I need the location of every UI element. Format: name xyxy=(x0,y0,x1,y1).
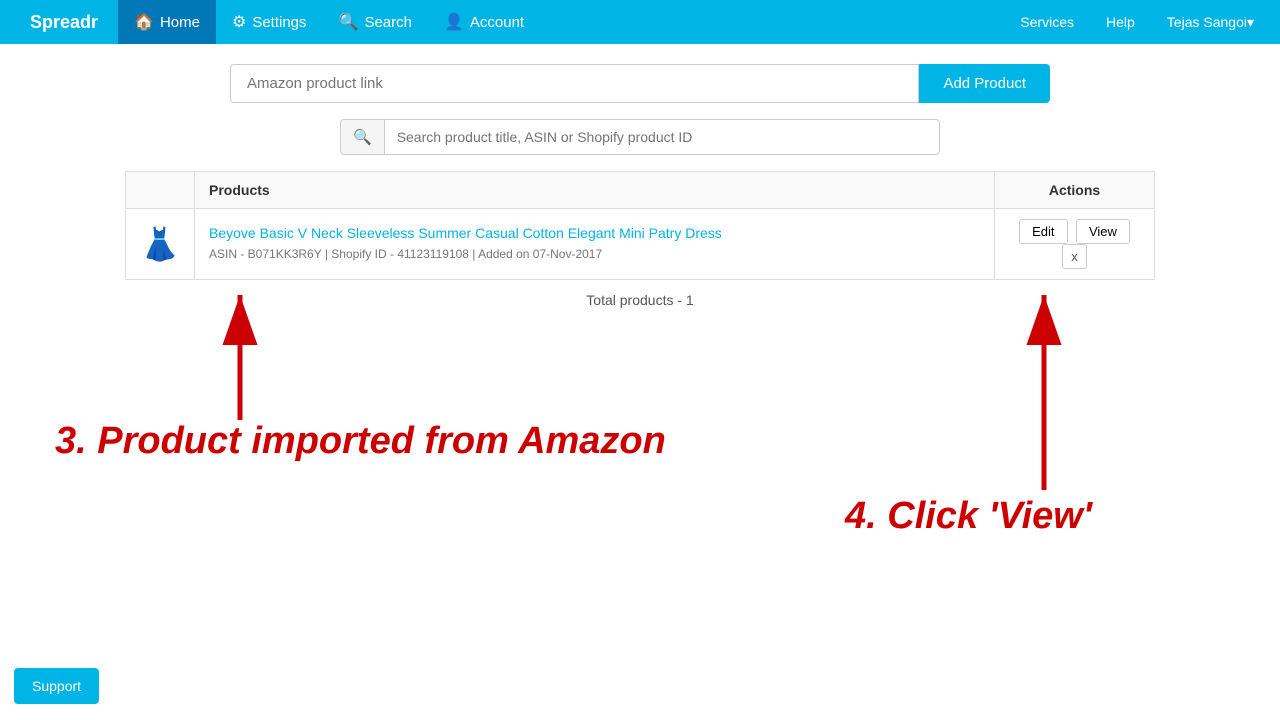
view-button[interactable]: View xyxy=(1076,219,1130,244)
total-products: Total products - 1 xyxy=(125,292,1155,308)
annotation-step4: 4. Click 'View' xyxy=(845,495,1092,538)
add-product-button[interactable]: Add Product xyxy=(919,64,1050,103)
product-actions-cell: Edit View x xyxy=(995,209,1155,280)
product-meta: ASIN - B071KK3R6Y | Shopify ID - 4112311… xyxy=(209,247,602,261)
nav-user[interactable]: Tejas Sangoi▾ xyxy=(1151,0,1270,44)
nav-account[interactable]: 👤 Account xyxy=(428,0,540,44)
product-search-bar: 🔍 xyxy=(340,119,940,155)
table-row: 👗 Beyove Basic V Neck Sleeveless Summer … xyxy=(126,209,1155,280)
nav-search[interactable]: 🔍 Search xyxy=(323,0,428,44)
edit-button[interactable]: Edit xyxy=(1019,219,1067,244)
nav-help[interactable]: Help xyxy=(1090,0,1151,44)
home-icon: 🏠 xyxy=(134,12,154,32)
nav-services[interactable]: Services xyxy=(1004,0,1090,44)
delete-button[interactable]: x xyxy=(1062,244,1087,269)
search-nav-icon: 🔍 xyxy=(339,12,359,32)
account-icon: 👤 xyxy=(444,12,464,32)
search-icon-button[interactable]: 🔍 xyxy=(341,120,385,154)
annotation-step3: 3. Product imported from Amazon xyxy=(55,420,666,463)
main-content: Add Product 🔍 Products Actions 👗 Beyo xyxy=(0,44,1280,336)
nav-home[interactable]: 🏠 Home xyxy=(118,0,216,44)
settings-icon: ⚙ xyxy=(232,12,246,32)
amazon-link-input[interactable] xyxy=(230,64,919,103)
support-button[interactable]: Support xyxy=(14,668,99,704)
navbar-right: Services Help Tejas Sangoi▾ xyxy=(1004,0,1270,44)
product-thumbnail: 👗 xyxy=(140,219,180,269)
product-title-link[interactable]: Beyove Basic V Neck Sleeveless Summer Ca… xyxy=(209,225,980,241)
product-info-cell: Beyove Basic V Neck Sleeveless Summer Ca… xyxy=(195,209,995,280)
product-link-bar: Add Product xyxy=(230,64,1050,103)
nav-settings[interactable]: ⚙ Settings xyxy=(216,0,323,44)
products-table: Products Actions 👗 Beyove Basic V Neck S… xyxy=(125,171,1155,280)
navbar: Spreadr 🏠 Home ⚙ Settings 🔍 Search 👤 Acc… xyxy=(0,0,1280,44)
dress-icon: 👗 xyxy=(140,225,180,263)
col-thumb xyxy=(126,172,195,209)
col-actions: Actions xyxy=(995,172,1155,209)
product-search-input[interactable] xyxy=(385,121,939,153)
product-thumbnail-cell: 👗 xyxy=(126,209,195,280)
brand[interactable]: Spreadr xyxy=(10,12,118,33)
col-products: Products xyxy=(195,172,995,209)
